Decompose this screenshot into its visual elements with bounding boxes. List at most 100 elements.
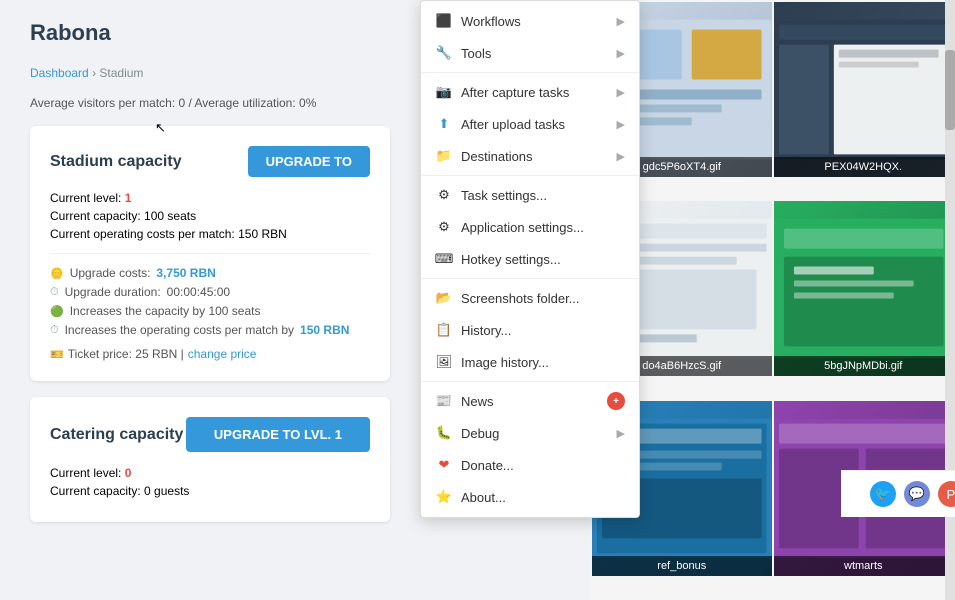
catering-card-title: Catering capacity bbox=[50, 426, 183, 444]
change-price-link[interactable]: change price bbox=[188, 347, 257, 361]
catering-level-label: Current level: bbox=[50, 466, 121, 480]
image-history-icon: 🖼 bbox=[435, 353, 453, 371]
tools-icon: 🔧 bbox=[435, 44, 453, 62]
catering-card-header: Catering capacity UPGRADE TO LVL. 1 bbox=[50, 417, 370, 452]
ticket-row: 🎫 Ticket price: 25 RBN | change price bbox=[50, 347, 370, 361]
catering-upgrade-button[interactable]: UPGRADE TO LVL. 1 bbox=[186, 417, 370, 452]
donate-icon: ❤ bbox=[435, 456, 453, 474]
patreon-icon[interactable]: P bbox=[938, 481, 955, 507]
catering-capacity-card: Catering capacity UPGRADE TO LVL. 1 Curr… bbox=[30, 397, 390, 522]
workflows-icon: ⬛ bbox=[435, 12, 453, 30]
thumb-5-label: ref_bonus bbox=[592, 556, 772, 576]
thumb-6-label: wtmarts bbox=[774, 556, 954, 576]
stadium-upgrade-button[interactable]: UPGRADE TO bbox=[248, 146, 370, 177]
catering-capacity-label: Current capacity: bbox=[50, 484, 141, 498]
menu-item-after-capture[interactable]: 📷 After capture tasks ▶ bbox=[421, 76, 639, 108]
discord-icon[interactable]: 💬 bbox=[904, 481, 930, 507]
menu-item-task-settings[interactable]: ⚙ Task settings... bbox=[421, 179, 639, 211]
current-level-row: Current level: 1 bbox=[50, 191, 370, 205]
menu-item-destinations[interactable]: 📁 Destinations ▶ bbox=[421, 140, 639, 172]
separator-3 bbox=[421, 278, 639, 279]
stadium-card-title: Stadium capacity bbox=[50, 153, 182, 171]
costs-icon: ⏱ bbox=[50, 324, 59, 337]
main-content: Rabona Dashboard › Stadium ↖ Average vis… bbox=[0, 0, 420, 558]
upgrade-costs-value: 3,750 RBN bbox=[156, 266, 215, 280]
capacity-icon: 🟢 bbox=[50, 305, 64, 318]
menu-item-application-settings[interactable]: ⚙ Application settings... bbox=[421, 211, 639, 243]
catering-level-value: 0 bbox=[125, 466, 132, 480]
current-capacity-label: Current capacity: bbox=[50, 209, 141, 223]
ticket-icon: 🎫 bbox=[50, 348, 64, 361]
menu-item-news[interactable]: 📰 News + bbox=[421, 385, 639, 417]
twitter-icon[interactable]: 🐦 bbox=[870, 481, 896, 507]
destinations-label: Destinations bbox=[461, 149, 533, 164]
after-capture-arrow: ▶ bbox=[617, 86, 625, 99]
scroll-thumb[interactable] bbox=[945, 50, 955, 130]
stats-line: Average visitors per match: 0 / Average … bbox=[30, 96, 390, 110]
history-icon: 📋 bbox=[435, 321, 453, 339]
separator-2 bbox=[421, 175, 639, 176]
breadcrumb: Dashboard › Stadium bbox=[30, 66, 390, 80]
thumbnail-2[interactable]: PEX04W2HQX. bbox=[774, 2, 954, 177]
menu-item-history[interactable]: 📋 History... bbox=[421, 314, 639, 346]
menu-item-screenshots-folder[interactable]: 📂 Screenshots folder... bbox=[421, 282, 639, 314]
image-history-label: Image history... bbox=[461, 355, 549, 370]
separator-4 bbox=[421, 381, 639, 382]
menu-item-debug[interactable]: 🐛 Debug ▶ bbox=[421, 417, 639, 449]
current-level-label: Current level: bbox=[50, 191, 121, 205]
breadcrumb-parent[interactable]: Dashboard bbox=[30, 66, 89, 80]
costs-increase-value: 150 RBN bbox=[300, 323, 349, 337]
separator-1 bbox=[421, 72, 639, 73]
hotkey-icon: ⌨ bbox=[435, 250, 453, 268]
debug-icon: 🐛 bbox=[435, 424, 453, 442]
screenshots-folder-icon: 📂 bbox=[435, 289, 453, 307]
thumb-screen-4 bbox=[774, 201, 954, 376]
hotkey-settings-label: Hotkey settings... bbox=[461, 252, 561, 267]
news-label: News bbox=[461, 394, 494, 409]
debug-label: Debug bbox=[461, 426, 499, 441]
news-badge: + bbox=[607, 392, 625, 410]
upgrade-duration-row: ⏱ Upgrade duration: 00:00:45:00 bbox=[50, 285, 370, 299]
thumbnail-4[interactable]: 5bgJNpMDbi.gif bbox=[774, 201, 954, 376]
destinations-icon: 📁 bbox=[435, 147, 453, 165]
upgrade-duration-label: Upgrade duration: bbox=[65, 285, 161, 299]
news-icon: 📰 bbox=[435, 392, 453, 410]
menu-item-about[interactable]: ⭐ About... bbox=[421, 481, 639, 513]
stadium-card-header: Stadium capacity UPGRADE TO bbox=[50, 146, 370, 177]
application-settings-label: Application settings... bbox=[461, 220, 584, 235]
current-capacity-row: Current capacity: 100 seats bbox=[50, 209, 370, 223]
catering-capacity-value: 0 guests bbox=[144, 484, 189, 498]
costs-increase-row: ⏱ Increases the operating costs per matc… bbox=[50, 323, 370, 337]
menu-item-donate[interactable]: ❤ Donate... bbox=[421, 449, 639, 481]
history-label: History... bbox=[461, 323, 511, 338]
context-menu: ⬛ Workflows ▶ 🔧 Tools ▶ 📷 After capture … bbox=[420, 0, 640, 518]
stadium-capacity-card: Stadium capacity UPGRADE TO Current leve… bbox=[30, 126, 390, 381]
upgrade-costs-label: Upgrade costs: bbox=[70, 266, 151, 280]
workflows-label: Workflows bbox=[461, 14, 521, 29]
menu-item-workflows[interactable]: ⬛ Workflows ▶ bbox=[421, 5, 639, 37]
thumb-screen-2 bbox=[774, 2, 954, 177]
workflows-arrow: ▶ bbox=[617, 15, 625, 28]
donate-label: Donate... bbox=[461, 458, 514, 473]
catering-capacity-row: Current capacity: 0 guests bbox=[50, 484, 370, 498]
app-title: Rabona bbox=[30, 20, 390, 46]
upgrade-duration-value: 00:00:45:00 bbox=[167, 285, 230, 299]
costs-increase-label: Increases the operating costs per match … bbox=[65, 323, 294, 337]
menu-item-after-upload[interactable]: ⬆ After upload tasks ▶ bbox=[421, 108, 639, 140]
about-label: About... bbox=[461, 490, 506, 505]
after-capture-label: After capture tasks bbox=[461, 85, 569, 100]
destinations-arrow: ▶ bbox=[617, 150, 625, 163]
menu-item-tools[interactable]: 🔧 Tools ▶ bbox=[421, 37, 639, 69]
upgrade-costs-row: 🪙 Upgrade costs: 3,750 RBN bbox=[50, 266, 370, 280]
tools-label: Tools bbox=[461, 46, 491, 61]
catering-level-row: Current level: 0 bbox=[50, 466, 370, 480]
social-bar: 🐦 💬 P ₿ ⚙ bbox=[841, 470, 955, 517]
menu-item-image-history[interactable]: 🖼 Image history... bbox=[421, 346, 639, 378]
capacity-increase-row: 🟢 Increases the capacity by 100 seats bbox=[50, 304, 370, 318]
menu-item-hotkey-settings[interactable]: ⌨ Hotkey settings... bbox=[421, 243, 639, 275]
about-icon: ⭐ bbox=[435, 488, 453, 506]
task-settings-icon: ⚙ bbox=[435, 186, 453, 204]
upgrade-costs-icon: 🪙 bbox=[50, 267, 64, 280]
operating-costs-label: Current operating costs per match: bbox=[50, 227, 235, 241]
after-upload-label: After upload tasks bbox=[461, 117, 565, 132]
